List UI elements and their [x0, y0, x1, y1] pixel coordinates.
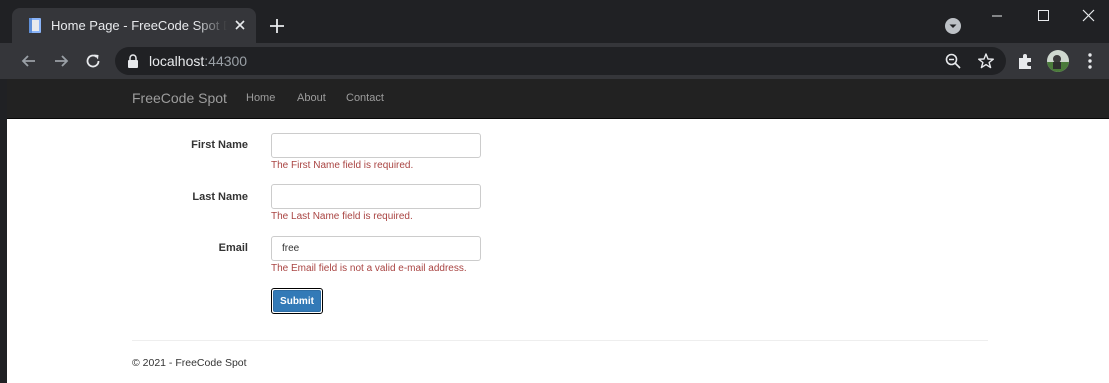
first-name-input[interactable]: [271, 133, 481, 158]
email-error: The Email field is not a valid e-mail ad…: [271, 263, 467, 274]
page-icon: [29, 18, 41, 33]
first-name-error: The First Name field is required.: [271, 160, 414, 171]
submit-label: Submit: [273, 290, 321, 312]
profile-avatar[interactable]: [1047, 50, 1069, 72]
avatar-image: [1047, 50, 1069, 72]
extensions-icon[interactable]: [1016, 51, 1036, 71]
url-text: localhost:44300: [149, 53, 247, 69]
address-bar[interactable]: localhost:44300: [115, 47, 1006, 75]
email-value: free: [282, 243, 300, 254]
browser-tab[interactable]: Home Page - FreeCode Spot Demo: [12, 8, 256, 43]
email-input[interactable]: free: [271, 236, 481, 261]
email-label: Email: [218, 242, 248, 254]
tab-search-icon[interactable]: [944, 17, 962, 35]
nav-link-about[interactable]: About: [297, 92, 326, 104]
nav-link-contact[interactable]: Contact: [346, 92, 384, 104]
url-port: :44300: [204, 53, 248, 69]
page-viewport: FreeCode Spot Home About Contact First N…: [7, 79, 1109, 383]
browser-tab-strip: Home Page - FreeCode Spot Demo: [0, 0, 1109, 43]
minimize-icon[interactable]: [974, 0, 1020, 32]
new-tab-icon[interactable]: [267, 16, 287, 36]
footer-text: © 2021 - FreeCode Spot: [132, 357, 247, 369]
maximize-icon[interactable]: [1020, 0, 1066, 32]
lock-icon[interactable]: [127, 54, 139, 68]
more-menu-icon[interactable]: [1080, 51, 1100, 71]
nav-link-home[interactable]: Home: [246, 92, 275, 104]
forward-arrow-icon[interactable]: [51, 51, 71, 71]
url-host: localhost: [149, 53, 205, 69]
back-arrow-icon[interactable]: [19, 51, 39, 71]
site-navbar: FreeCode Spot Home About Contact: [7, 79, 1109, 119]
footer-divider: [132, 340, 988, 341]
last-name-input[interactable]: [271, 184, 481, 209]
submit-button[interactable]: Submit: [271, 288, 323, 314]
browser-toolbar: localhost:44300: [0, 43, 1109, 79]
bookmark-star-icon[interactable]: [977, 52, 995, 70]
zoom-icon[interactable]: [944, 52, 962, 70]
window-close-icon[interactable]: [1064, 0, 1109, 32]
first-name-label: First Name: [191, 139, 248, 151]
last-name-error: The Last Name field is required.: [271, 211, 413, 222]
site-brand[interactable]: FreeCode Spot: [132, 90, 227, 106]
tab-title: Home Page - FreeCode Spot Demo: [51, 18, 227, 33]
reload-icon[interactable]: [83, 51, 103, 71]
last-name-label: Last Name: [192, 191, 248, 203]
close-tab-icon[interactable]: [232, 17, 248, 33]
